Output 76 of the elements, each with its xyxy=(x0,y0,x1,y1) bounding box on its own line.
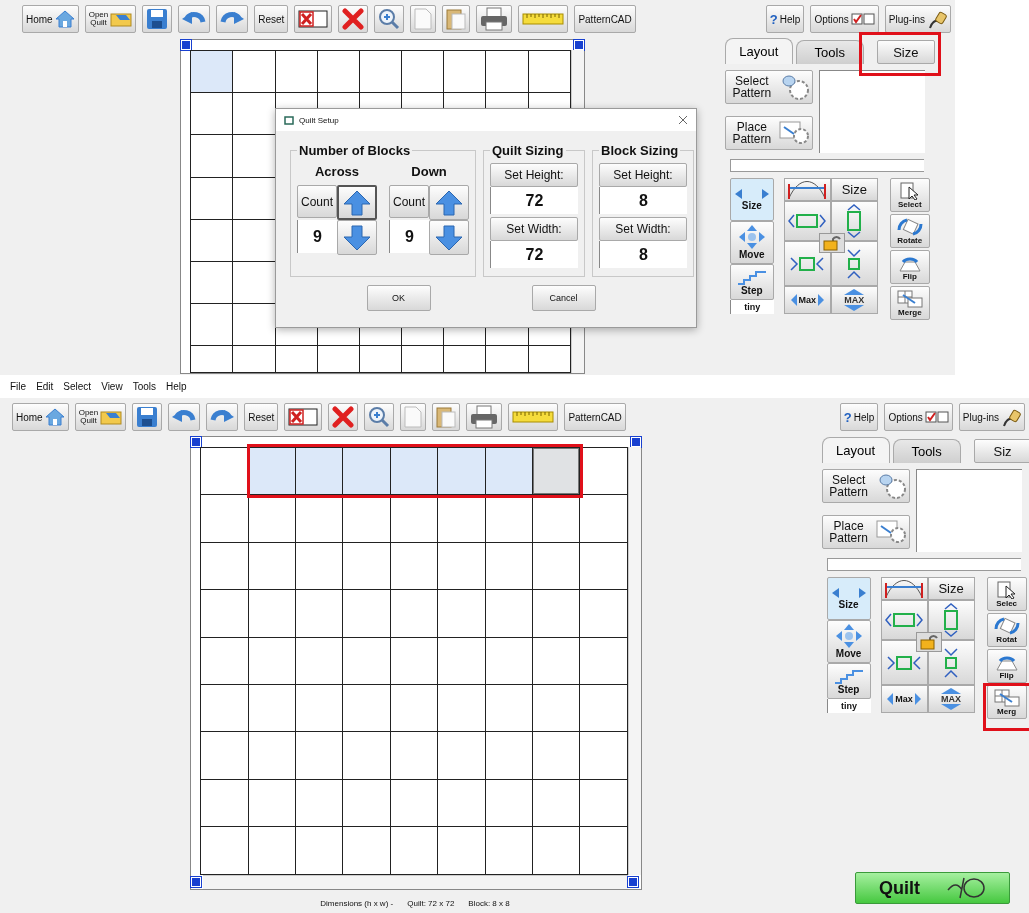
menu-item[interactable]: Select xyxy=(63,381,92,395)
place-pattern-button[interactable]: Place Pattern xyxy=(821,515,910,549)
rotate-button[interactable]: Rotat xyxy=(986,613,1027,647)
menu-item[interactable]: Help xyxy=(166,381,187,395)
status-text: Quilt: 72 x 72 xyxy=(407,898,455,908)
rotate-button[interactable]: Rotate xyxy=(889,214,930,248)
height-field[interactable]: 8 xyxy=(599,187,687,214)
reset-button[interactable]: Reset xyxy=(254,5,289,33)
set-height-button[interactable]: Set Height: xyxy=(599,163,687,187)
step-button[interactable]: Step xyxy=(729,264,774,300)
options-button[interactable]: Options xyxy=(810,5,879,33)
select-button[interactable]: Selec xyxy=(986,577,1027,611)
patterncad-button[interactable]: PatternCAD xyxy=(574,5,636,33)
group-title: Number of Blocks xyxy=(298,143,412,158)
place-pattern-button[interactable]: Place Pattern xyxy=(724,116,813,150)
patterncad-button[interactable]: PatternCAD xyxy=(564,403,626,431)
count-field[interactable]: 9 xyxy=(297,220,337,253)
max-height-button[interactable]: MAX xyxy=(927,685,975,713)
width-field[interactable]: 8 xyxy=(599,241,687,268)
menu-item[interactable]: File xyxy=(10,381,27,395)
select-button[interactable]: Select xyxy=(889,178,930,212)
menu-item[interactable]: Edit xyxy=(36,381,54,395)
reset-button[interactable]: Reset xyxy=(244,403,279,431)
set-width-button[interactable]: Set Width: xyxy=(599,217,687,241)
home-button[interactable]: Home xyxy=(12,403,69,431)
counter-heading: Across xyxy=(314,164,360,179)
cancel-button[interactable]: Cancel xyxy=(531,285,596,311)
move-button[interactable]: Move xyxy=(729,221,774,264)
plug-ins-button[interactable]: Plug-ins xyxy=(884,5,951,33)
tab[interactable]: Layout xyxy=(724,38,793,64)
max-width-button[interactable]: Max xyxy=(783,286,831,314)
status-text: Block: 8 x 8 xyxy=(468,898,510,908)
step-size-field[interactable]: tiny xyxy=(729,300,774,314)
group-title: Block Sizing xyxy=(600,143,680,158)
plug-ins-button[interactable]: Plug-ins xyxy=(958,403,1025,431)
open-quilt-button[interactable]: Open Quilt xyxy=(74,403,127,431)
help-button[interactable]: ?Help xyxy=(839,403,879,431)
merge-button[interactable]: Merge xyxy=(889,286,930,320)
count-field[interactable]: 9 xyxy=(389,220,429,253)
size-tool-button[interactable]: Size xyxy=(729,178,774,221)
menu-item[interactable]: View xyxy=(101,381,123,395)
tab[interactable]: Size xyxy=(876,40,935,64)
ok-button[interactable]: OK xyxy=(366,285,431,311)
options-button[interactable]: Options xyxy=(884,403,953,431)
menu-item[interactable]: Tools xyxy=(132,381,156,395)
tab[interactable]: Siz xyxy=(973,439,1029,463)
max-height-button[interactable]: MAX xyxy=(830,286,878,314)
set-height-button[interactable]: Set Height: xyxy=(490,163,578,187)
max-width-button[interactable]: Max xyxy=(880,685,928,713)
counter-heading: Down xyxy=(411,164,447,179)
tab[interactable]: Tools xyxy=(795,40,864,64)
size-button[interactable]: Size xyxy=(927,577,975,600)
set-width-button[interactable]: Set Width: xyxy=(490,217,578,241)
help-button[interactable]: ?Help xyxy=(765,5,805,33)
flip-button[interactable]: Flip xyxy=(889,250,930,284)
merge-button[interactable]: Merg xyxy=(986,685,1027,719)
tab[interactable]: Layout xyxy=(821,437,890,463)
dialog-title: Quilt Setup xyxy=(299,115,339,125)
flip-button[interactable]: Flip xyxy=(986,649,1027,683)
select-pattern-button[interactable]: Select Pattern xyxy=(821,469,910,503)
tab[interactable]: Tools xyxy=(892,439,961,463)
home-button[interactable]: Home xyxy=(22,5,79,33)
status-text: Dimensions (h x w) - xyxy=(320,898,394,908)
width-field[interactable]: 72 xyxy=(490,241,578,268)
count-button[interactable]: Count xyxy=(297,185,337,218)
size-tool-button[interactable]: Size xyxy=(826,577,871,620)
group-title: Quilt Sizing xyxy=(491,143,565,158)
move-button[interactable]: Move xyxy=(826,620,871,663)
step-button[interactable]: Step xyxy=(826,663,871,699)
count-button[interactable]: Count xyxy=(389,185,429,218)
step-size-field[interactable]: tiny xyxy=(826,699,871,713)
select-pattern-button[interactable]: Select Pattern xyxy=(724,70,813,104)
height-field[interactable]: 72 xyxy=(490,187,578,214)
quilt-button[interactable]: Quilt xyxy=(855,872,1010,904)
size-button[interactable]: Size xyxy=(830,178,878,201)
open-quilt-button[interactable]: Open Quilt xyxy=(84,5,137,33)
